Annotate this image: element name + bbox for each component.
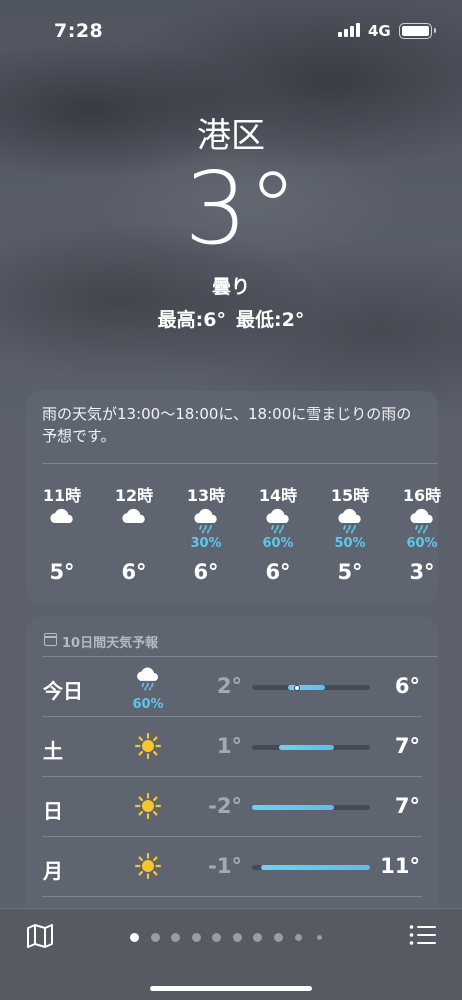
sun-icon <box>133 731 163 761</box>
hourly-item: 11時 5° <box>32 482 92 592</box>
hour-label: 16時 <box>402 486 442 505</box>
hour-temperature: 6° <box>193 560 219 584</box>
page-dot[interactable] <box>191 933 201 942</box>
hour-label: 11時 <box>42 486 82 505</box>
rain-cloud-icon <box>133 663 163 693</box>
map-icon[interactable] <box>26 923 54 949</box>
hour-temperature: 5° <box>337 560 363 584</box>
low-temperature: 最低:2° <box>236 309 305 331</box>
hourly-divider <box>42 463 438 464</box>
hour-temperature: 5° <box>49 560 75 584</box>
page-dot[interactable] <box>150 933 160 942</box>
rain-cloud-icon <box>406 506 438 534</box>
temperature-range-bar <box>252 805 334 810</box>
daily-forecast-row[interactable]: 月 -1° 11° <box>26 837 438 897</box>
page-dot[interactable] <box>253 933 262 942</box>
page-dot[interactable] <box>295 934 302 941</box>
calendar-icon <box>44 633 57 646</box>
rain-cloud-icon <box>334 506 366 534</box>
low-temperature: 1° <box>216 734 242 758</box>
temperature-range-track <box>252 684 370 691</box>
hour-temperature: 3° <box>409 560 435 584</box>
current-condition: 曇り <box>211 276 250 298</box>
page-dot[interactable] <box>232 933 242 942</box>
hourly-item: 16時 60% 3° <box>392 482 452 592</box>
status-bar: 7:28 4G <box>0 0 462 62</box>
cellular-signal-icon <box>338 23 362 37</box>
battery-icon <box>399 23 436 39</box>
precipitation-chance: 60% <box>262 536 294 551</box>
rain-cloud-icon <box>262 506 294 534</box>
high-temperature: 7° <box>394 734 420 758</box>
network-type: 4G <box>368 22 391 40</box>
weather-summary: 雨の天気が13:00～18:00に、18:00に雪まじりの雨の予想です。 <box>42 405 412 445</box>
hourly-item: 15時 50% 5° <box>320 482 380 592</box>
hourly-item: 13時 30% 6° <box>176 482 236 592</box>
daily-forecast-row[interactable]: 土 1° 7° <box>26 717 438 777</box>
cloud-icon <box>46 506 78 534</box>
page-dot[interactable] <box>273 933 283 942</box>
status-time: 7:28 <box>54 20 104 42</box>
hour-label: 13時 <box>186 486 226 505</box>
hour-temperature: 6° <box>121 560 147 584</box>
day-label: 土 <box>43 739 63 763</box>
day-label: 月 <box>43 859 63 883</box>
page-dot[interactable] <box>212 933 221 942</box>
daily-forecast-title: 10日間天気予報 <box>62 636 159 651</box>
precipitation-chance: 30% <box>190 536 222 551</box>
high-temperature: 11° <box>380 854 420 878</box>
high-temperature: 6° <box>394 674 420 698</box>
home-indicator[interactable] <box>150 986 312 991</box>
temperature-range-bar <box>261 865 370 870</box>
daily-forecast-row[interactable]: 日 -2° 7° <box>26 777 438 837</box>
page-dot[interactable] <box>130 933 139 942</box>
day-label: 日 <box>43 799 63 823</box>
cloud-icon <box>118 506 150 534</box>
low-temperature: -2° <box>208 794 242 818</box>
current-temperature-dot <box>294 684 301 691</box>
row-divider <box>42 896 422 897</box>
daily-forecast-row[interactable]: 今日 60% 2° 6° <box>26 657 438 717</box>
rain-cloud-icon <box>190 506 222 534</box>
temperature-range-track <box>252 745 370 750</box>
list-icon[interactable] <box>409 924 437 946</box>
hour-label: 15時 <box>330 486 370 505</box>
day-label: 今日 <box>43 679 83 703</box>
hourly-item: 14時 60% 6° <box>248 482 308 592</box>
precipitation-chance: 60% <box>406 536 438 551</box>
temperature-range-track <box>252 805 370 810</box>
bottom-toolbar <box>0 908 462 1000</box>
sun-icon <box>133 851 163 881</box>
hour-label: 12時 <box>114 486 154 505</box>
temperature-range-track <box>252 865 370 870</box>
low-temperature: 2° <box>216 674 242 698</box>
high-low-temperatures: 最高:6° 最低:2° <box>0 305 462 332</box>
page-dot[interactable] <box>316 935 322 940</box>
precipitation-chance: 60% <box>132 697 164 712</box>
high-temperature: 7° <box>394 794 420 818</box>
hourly-item: 12時 6° <box>104 482 164 592</box>
low-temperature: -1° <box>208 854 242 878</box>
page-indicator[interactable] <box>130 931 340 943</box>
precipitation-chance: 50% <box>334 536 366 551</box>
sun-icon <box>133 791 163 821</box>
hour-temperature: 6° <box>265 560 291 584</box>
page-dot[interactable] <box>171 933 180 942</box>
high-temperature: 最高:6° <box>157 309 226 331</box>
hour-label: 14時 <box>258 486 298 505</box>
current-temperature: 3° <box>184 150 298 267</box>
temperature-range-bar <box>279 745 334 750</box>
